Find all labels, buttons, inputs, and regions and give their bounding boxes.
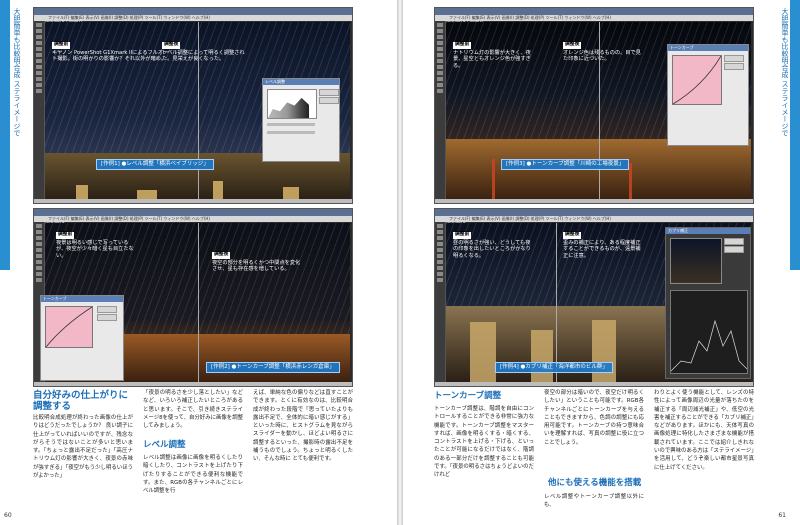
cancel-button[interactable] (724, 246, 744, 253)
note-before: 調整前 ナトリウム灯の影響が大きく、夜景、星空ともオレンジ色が強すぎる。 (453, 42, 531, 69)
menu-bar: ファイル(F) 編集(E) 表示(V) 画像(I) 調整(D) 処理(P) ツー… (34, 15, 352, 21)
body-column-3: えば、単純な色の偏りなどは直すことができます。とくに有効なのは、比較明合成が終わ… (253, 390, 353, 463)
tone-curve-dialog[interactable]: トーンカーブ (40, 295, 124, 381)
menu-bar: ファイル(F) 編集(E) 表示(V) 画像(I) 調整(D) 処理(P) ツー… (435, 15, 753, 21)
cancel-button[interactable] (97, 314, 117, 321)
level-dialog[interactable]: レベル調整 (262, 78, 340, 162)
window-titlebar: StellaImage 8 - [作例3] (435, 8, 753, 24)
ok-button[interactable] (97, 306, 117, 313)
window-titlebar: StellaImage 8 (34, 209, 352, 225)
headline: 自分好みの仕上がりに調整する (33, 390, 129, 412)
figure-caption-3: [作例3] ●トーンカーブ調整「川崎の工場夜景」 (501, 159, 630, 170)
preview-thumbnail (670, 238, 722, 284)
window-titlebar: StellaImage 8 (435, 209, 753, 225)
page-number-right: 61 (778, 512, 786, 519)
ok-button[interactable] (319, 89, 339, 96)
curve-graph[interactable] (45, 306, 93, 348)
note-after: 調整後 オレンジ色は残るものの、目で見た印象に近づいた。 (563, 42, 641, 63)
body-column-2b: レベル調整やトーンカーブ調整以外にも、 (544, 494, 644, 509)
subhead-tone-curve: トーンカーブ調整 (434, 391, 502, 401)
note-after-tag: 調整後 (563, 42, 582, 49)
screenshot-example-2: StellaImage 8 ファイル(F) 編集(E) 表示(V) 画像(I) … (33, 208, 353, 387)
magazine-spread: 大胆簡単も比較明合成 ステライメージで StellaImage 8 - [作例1… (0, 0, 800, 525)
note-before-tag: 調整前 (453, 42, 472, 49)
body-column-3: わりとよく使う機能として、レンズの特性によって画像周辺の光量が落ちたのを補正する… (654, 390, 754, 471)
figure-caption-1: [作例1] ●レベル調整「横浜ベイブリッジ」 (96, 159, 214, 170)
subhead-other-features: 他にも使える機能を搭載 (548, 478, 642, 488)
status-bar (34, 382, 352, 386)
ok-button[interactable] (724, 55, 744, 62)
body-column-2: 「夜景の明るさを少し落としたい」などなど、いろいろ補正したいところがあると思いま… (143, 390, 243, 430)
note-before-tag: 調整前 (56, 232, 75, 239)
cancel-button[interactable] (319, 97, 339, 104)
body-column-2b: レベル調整は画像に画像を明るくしたり暗くしたり、コントラストを上げたり下げたりす… (143, 455, 243, 495)
menu-bar: ファイル(F) 編集(E) 表示(V) 画像(I) 調整(D) 処理(P) ツー… (435, 216, 753, 222)
side-tab-right (790, 0, 800, 270)
side-label-left: 大胆簡単も比較明合成 ステライメージで (13, 8, 21, 137)
window-titlebar: StellaImage 8 - [作例1] (34, 8, 352, 24)
body-column-1: 比較明合成処理が終わった画像の仕上がりはどうだったでしょうか？ 良い調子に仕上が… (33, 415, 133, 480)
note-before-tag: 調整前 (52, 42, 71, 49)
ok-button[interactable] (724, 238, 744, 245)
split-divider (555, 223, 557, 382)
status-bar (435, 199, 753, 203)
body-column-1: トーンカーブ調整は、階調を自由にコントロールすることができる非常に強力な機能です… (434, 406, 534, 479)
side-label-right: 大胆簡単も比較明合成 ステライメージで (781, 8, 789, 137)
note-before: 調整前 キヤノン PowerShot G1Xmark IIによるフルオート撮影。街… (52, 42, 169, 63)
screenshot-example-3: StellaImage 8 - [作例3] ファイル(F) 編集(E) 表示(V… (434, 7, 754, 204)
note-after-tag: 調整後 (212, 252, 231, 259)
page-number-left: 60 (4, 512, 12, 519)
note-before: 調整前 昼の明るさが強い、どうしても夜の印象を出したいところがかなり明るくなる。 (453, 232, 531, 259)
left-page: 大胆簡単も比較明合成 ステライメージで StellaImage 8 - [作例1… (0, 0, 397, 525)
subhead-level: レベル調整 (143, 440, 186, 450)
note-after: 調整後 レベル調整によって明るく調整された。見栄えが良くなった。 (162, 42, 245, 63)
status-bar (34, 199, 352, 203)
tool-palette (34, 21, 45, 199)
screenshot-example-4: StellaImage 8 ファイル(F) 編集(E) 表示(V) 画像(I) … (434, 208, 754, 387)
right-page: 大胆簡単も比較明合成 ステライメージで StellaImage 8 - [作例3… (403, 0, 800, 525)
screenshot-example-1: StellaImage 8 - [作例1] ファイル(F) 編集(E) 表示(V… (33, 7, 353, 204)
tool-palette (435, 222, 446, 382)
note-after-tag: 調整後 (563, 232, 582, 239)
level-slider-2[interactable] (267, 131, 315, 134)
menu-bar: ファイル(F) 編集(E) 表示(V) 画像(I) 調整(D) 処理(P) ツー… (34, 216, 352, 222)
note-after: 調整後 歪みの補正により、ある程度補正することができるものが、遠景補正に注意。 (563, 232, 641, 259)
figure-caption-4: [作例4] ●カブリ補正「海洋都市のビル群」 (495, 362, 613, 373)
fog-graph (670, 290, 748, 374)
note-after-tag: 調整後 (162, 42, 181, 49)
status-bar (435, 382, 753, 386)
fog-correction-dialog[interactable]: カブリ補正 (665, 227, 751, 379)
figure-caption-2: [作例2] ●トーンカーブ調整「横浜赤レンガ倉庫」 (206, 362, 340, 373)
level-slider[interactable] (267, 123, 315, 126)
body-column-2: 夜空の部分は暗いので、夜空だけ明るくしたい」ということも可能です。RGB各チャン… (544, 390, 644, 446)
tone-curve-dialog[interactable]: トーンカーブ (667, 44, 749, 146)
side-tab-left (0, 0, 10, 270)
note-after: 調整後 夜空の部分を明るくかつ中間点を変化させ、星も存在感を増している。 (212, 252, 301, 273)
note-before-tag: 調整前 (453, 232, 472, 239)
tool-palette (435, 21, 446, 199)
note-before: 調整前 夜景は明るい感じで写っているが、夜空が少々暗く星も目立たない。 (56, 232, 134, 259)
cancel-button[interactable] (724, 63, 744, 70)
split-divider (197, 223, 199, 382)
curve-graph[interactable] (672, 55, 722, 105)
